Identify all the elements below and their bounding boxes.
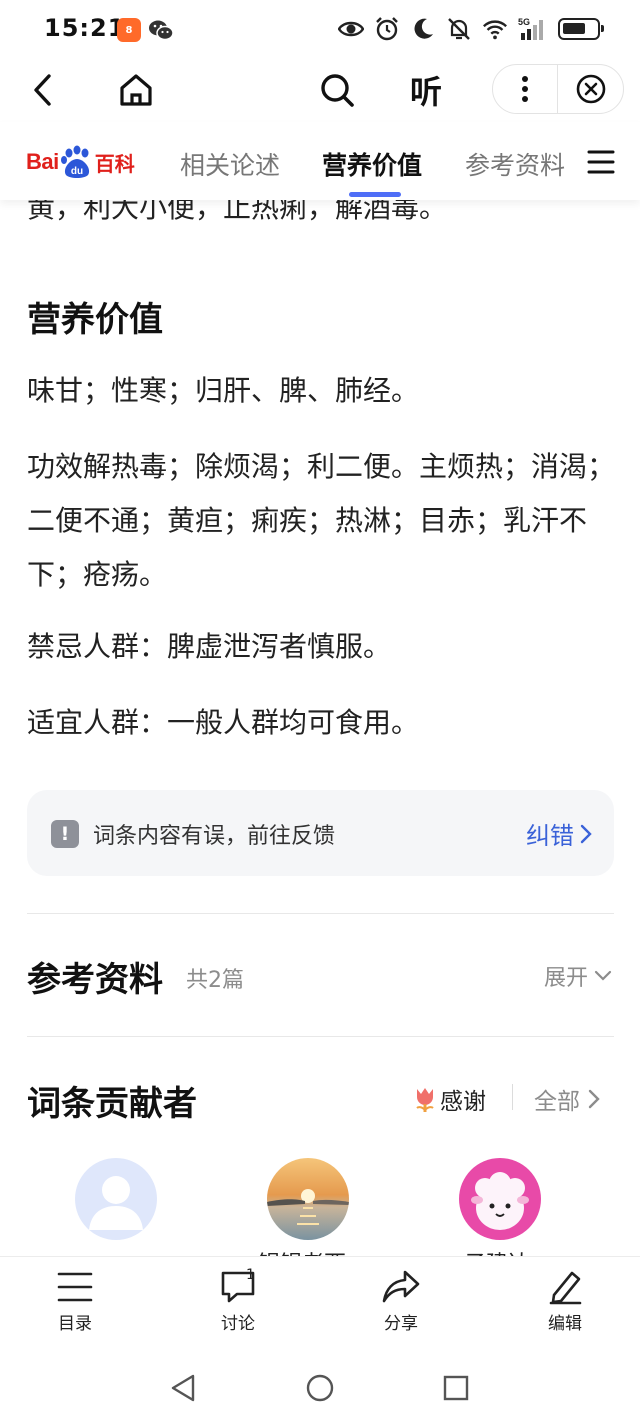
status-time: 15:21	[44, 14, 126, 42]
contributor-avatar[interactable]	[459, 1158, 541, 1240]
search-button[interactable]	[313, 66, 361, 114]
list-icon	[57, 1272, 93, 1302]
suitable-paragraph: 适宜人群：一般人群均可食用。	[27, 706, 420, 739]
divider	[27, 1036, 614, 1037]
listen-label: 听	[409, 73, 442, 111]
contributors-title: 词条贡献者	[27, 1084, 197, 1124]
sunset-photo	[267, 1189, 349, 1225]
close-icon	[576, 74, 605, 104]
eye-icon	[338, 21, 364, 37]
browser-toolbar: 听	[0, 58, 640, 122]
signal-icon: 5G	[518, 17, 543, 40]
feedback-text: 词条内容有误，前往反馈	[93, 824, 336, 849]
home-button[interactable]	[112, 66, 160, 114]
listen-button[interactable]: 听	[402, 66, 450, 114]
all-label: 全部	[534, 1089, 580, 1115]
contributor-avatar[interactable]	[75, 1158, 157, 1240]
contributor-avatar[interactable]	[267, 1158, 349, 1240]
chevron-right-icon	[588, 1089, 600, 1109]
alarm-icon	[376, 17, 398, 41]
moon-icon	[414, 18, 433, 39]
discuss-button[interactable]: 1 讨论	[188, 1267, 288, 1334]
system-home-icon[interactable]	[304, 1372, 336, 1404]
active-tab-indicator	[349, 192, 401, 197]
battery-icon	[558, 18, 604, 40]
edit-label: 编辑	[548, 1314, 582, 1334]
close-button[interactable]	[558, 65, 623, 113]
system-back-icon[interactable]	[167, 1372, 199, 1404]
section-tab-bar: Bai du 百科 相关论述 营养价值 参考资料	[0, 122, 640, 200]
mini-program-capsule	[492, 64, 624, 114]
all-contributors-button[interactable]: 全部	[534, 1082, 600, 1116]
bottom-action-bar: 目录 1 讨论 分享 编辑	[0, 1256, 640, 1352]
bell-off-icon	[448, 18, 470, 40]
discuss-label: 讨论	[221, 1314, 255, 1334]
report-error-link[interactable]: 纠错	[526, 816, 592, 851]
thanks-label: 感谢	[440, 1089, 486, 1115]
chevron-down-icon	[594, 970, 612, 981]
back-icon	[34, 74, 51, 106]
feedback-banner[interactable]: ! 词条内容有误，前往反馈 纠错	[27, 790, 614, 876]
cartoon-sheep-icon	[471, 1172, 529, 1230]
divider	[27, 913, 614, 914]
logo-bai: Bai	[26, 149, 59, 174]
more-button[interactable]	[493, 65, 558, 113]
section-title: 营养价值	[27, 300, 163, 340]
effects-paragraph: 功效解热毒；除烦渴；利二便。主烦热；消渴；二便不通；黄疸；痢疾；热淋；目赤；乳汗…	[27, 450, 616, 591]
wechat-icon	[149, 20, 174, 41]
warning-icon: !	[51, 820, 79, 848]
contributor-name: 锅锅老西	[258, 1246, 346, 1256]
baidu-baike-logo[interactable]: Bai du 百科	[26, 142, 135, 182]
tab-related[interactable]: 相关论述	[180, 146, 280, 182]
references-title: 参考资料	[27, 960, 163, 1000]
tab-references[interactable]: 参考资料	[465, 146, 565, 182]
wifi-icon	[483, 20, 507, 40]
clipped-paragraph: 黄，利大小便，止热痢，解酒毒。	[27, 200, 448, 224]
system-navigation-bar	[0, 1352, 640, 1422]
svg-text:du: du	[71, 166, 83, 177]
back-button[interactable]	[20, 66, 68, 114]
expand-label: 展开	[543, 966, 588, 991]
home-icon	[120, 74, 152, 106]
svg-text:5G: 5G	[518, 17, 530, 27]
article-content: 黄，利大小便，止热痢，解酒毒。 营养价值 味甘；性寒；归肝、脾、肺经。 功效解热…	[0, 200, 640, 1256]
more-icon	[522, 76, 528, 102]
chevron-right-icon	[580, 824, 592, 843]
report-error-label: 纠错	[526, 822, 574, 850]
paw-logo-icon: du	[60, 145, 89, 178]
app-notification-icon: 8	[117, 18, 141, 42]
toc-button[interactable]: 目录	[25, 1269, 125, 1334]
share-label: 分享	[384, 1314, 418, 1334]
discuss-count-badge: 1	[246, 1267, 255, 1283]
separator	[512, 1084, 513, 1110]
toc-label: 目录	[58, 1314, 92, 1334]
thanks-button[interactable]: 感谢	[412, 1082, 486, 1116]
nature-paragraph: 味甘；性寒；归肝、脾、肺经。	[27, 374, 420, 407]
edit-icon	[549, 1271, 582, 1305]
share-button[interactable]: 分享	[351, 1269, 451, 1334]
tulip-icon	[416, 1088, 434, 1112]
share-icon	[382, 1270, 420, 1303]
status-bar: 15:21 8 5G	[0, 0, 640, 58]
references-count: 共2篇	[186, 968, 244, 993]
status-icons: 5G	[338, 14, 604, 44]
expand-references-button[interactable]: 展开	[544, 960, 612, 992]
system-recents-icon[interactable]	[440, 1372, 472, 1404]
edit-button[interactable]: 编辑	[515, 1269, 615, 1334]
tab-nutrition[interactable]: 营养价值	[322, 146, 422, 182]
search-icon	[321, 74, 354, 107]
default-user-icon	[89, 1176, 143, 1230]
menu-icon[interactable]	[586, 148, 616, 176]
contraindication-paragraph: 禁忌人群：脾虚泄泻者慎服。	[27, 630, 392, 663]
contributor-name: 子建达	[464, 1246, 530, 1256]
logo-baike: 百科	[94, 151, 135, 176]
